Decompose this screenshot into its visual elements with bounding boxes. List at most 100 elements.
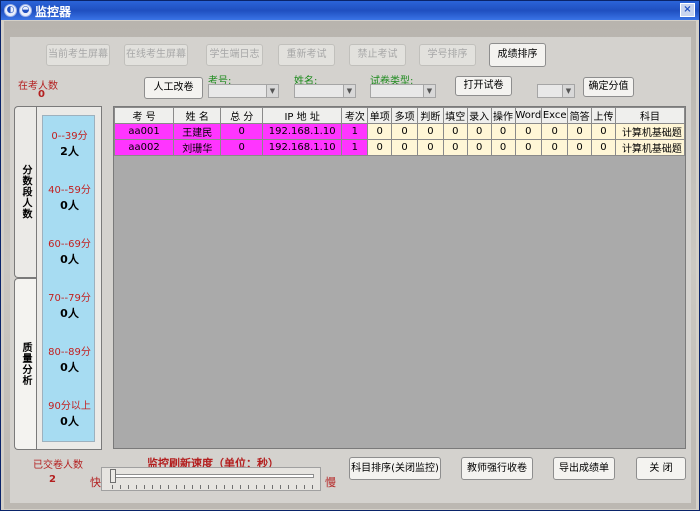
- score-band-range: 70--79分: [48, 293, 91, 304]
- column-header[interactable]: 科目: [614, 107, 685, 124]
- score-band-panel: 0--39分 2人 40--59分 0人 60--69分 0人 70--79分 …: [36, 106, 102, 450]
- cell-attempt: 1: [341, 123, 369, 140]
- column-header[interactable]: 考次: [341, 107, 369, 124]
- column-header[interactable]: 考 号: [114, 107, 175, 124]
- cell-attempt: 1: [341, 139, 369, 156]
- cell-score: 0: [442, 139, 468, 156]
- cell-score: 0: [391, 123, 418, 140]
- cell-subject: 计算机基础题: [614, 139, 685, 156]
- close-window-icon[interactable]: ×: [680, 3, 695, 17]
- cell-score: 0: [541, 123, 569, 140]
- score-band-range: 60--69分: [48, 239, 91, 250]
- slider-thumb[interactable]: [110, 469, 116, 483]
- cell-score: 0: [591, 123, 616, 140]
- speed-fast-label: 快: [90, 476, 101, 489]
- cell-exam-id: aa002: [114, 139, 175, 156]
- close-button[interactable]: 关 闭: [636, 457, 686, 480]
- cell-score: 0: [567, 123, 593, 140]
- score-band-range: 80--89分: [48, 347, 91, 358]
- cell-score: 0: [391, 139, 418, 156]
- cell-score: 0: [591, 139, 616, 156]
- cell-subject: 计算机基础题: [614, 123, 685, 140]
- cell-exam-id: aa001: [114, 123, 175, 140]
- column-header[interactable]: 单项: [367, 107, 393, 124]
- cell-total: 0: [220, 139, 263, 156]
- student-log-button[interactable]: 学生端日志: [206, 44, 263, 66]
- column-header[interactable]: 录入: [466, 107, 492, 124]
- table-row[interactable]: aa002 刘珊华 0 192.168.1.10 1 0 0 0 0 0 0 0…: [114, 139, 685, 156]
- student-grid[interactable]: 考 号 姓 名 总 分 IP 地 址 考次 单项 多项 判断 填空 录入 操作 …: [113, 106, 686, 449]
- table-row[interactable]: aa001 王建民 0 192.168.1.10 1 0 0 0 0 0 0 0…: [114, 123, 685, 140]
- id-sort-button[interactable]: 学号排序: [419, 44, 476, 66]
- side-tabs: 分数段人数 质量分析: [14, 106, 36, 450]
- tab-quality-label: 质量分析: [20, 342, 31, 386]
- cell-score: 0: [367, 123, 393, 140]
- confirm-score-button[interactable]: 确定分值: [583, 77, 634, 97]
- name-select[interactable]: ▼: [294, 84, 356, 98]
- score-band-count: 2人: [60, 145, 79, 158]
- speed-slow-label: 慢: [325, 476, 336, 489]
- subject-sort-button[interactable]: 科目排序(关闭监控): [349, 457, 441, 480]
- cell-score: 0: [514, 123, 543, 140]
- column-header[interactable]: Exce: [541, 107, 569, 124]
- chevron-down-icon: ▼: [343, 85, 355, 97]
- export-scores-button[interactable]: 导出成绩单: [553, 457, 615, 480]
- column-header[interactable]: 判断: [417, 107, 444, 124]
- slider-track: [110, 474, 314, 478]
- paper-type-select[interactable]: ▼: [370, 84, 436, 98]
- column-header[interactable]: 操作: [490, 107, 516, 124]
- column-header[interactable]: Word: [514, 107, 543, 124]
- cell-score: 0: [466, 139, 492, 156]
- cell-ip: 192.168.1.10: [261, 123, 343, 140]
- score-band-range: 0--39分: [51, 131, 88, 142]
- chevron-down-icon: ▼: [423, 85, 435, 97]
- column-header[interactable]: 总 分: [220, 107, 263, 124]
- tab-score-band[interactable]: 分数段人数: [14, 106, 36, 278]
- score-band-range: 90分以上: [48, 401, 91, 412]
- online-screen-button[interactable]: 在线考生屏幕: [124, 44, 188, 66]
- column-header[interactable]: 姓 名: [173, 107, 222, 124]
- score-value-select[interactable]: ▼: [537, 84, 575, 98]
- cell-score: 0: [541, 139, 569, 156]
- tab-quality-analysis[interactable]: 质量分析: [14, 278, 36, 450]
- slider-ticks: [112, 485, 314, 489]
- column-header[interactable]: 简答: [567, 107, 593, 124]
- cell-name: 王建民: [173, 123, 222, 140]
- score-band-count: 0人: [60, 199, 79, 212]
- submitted-count: 2: [49, 474, 56, 485]
- cell-score: 0: [417, 139, 444, 156]
- restart-exam-button[interactable]: 重新考试: [278, 44, 335, 66]
- chevron-down-icon: ▼: [266, 85, 278, 97]
- cell-score: 0: [490, 139, 516, 156]
- column-header[interactable]: 上传: [591, 107, 616, 124]
- tab-score-band-label: 分数段人数: [20, 164, 31, 220]
- open-paper-button[interactable]: 打开试卷: [455, 76, 512, 96]
- score-band-range: 40--59分: [48, 185, 91, 196]
- manual-grade-button[interactable]: 人工改卷: [144, 77, 203, 99]
- cell-score: 0: [490, 123, 516, 140]
- force-collect-button[interactable]: 教师强行收卷: [461, 457, 533, 480]
- student-table: 考 号 姓 名 总 分 IP 地 址 考次 单项 多项 判断 填空 录入 操作 …: [114, 107, 685, 156]
- cell-total: 0: [220, 123, 263, 140]
- cell-score: 0: [514, 139, 543, 156]
- table-header-row: 考 号 姓 名 总 分 IP 地 址 考次 单项 多项 判断 填空 录入 操作 …: [114, 107, 685, 124]
- system-menu-icon[interactable]: ◒: [19, 4, 32, 17]
- score-sort-button[interactable]: 成绩排序: [489, 43, 546, 67]
- in-exam-count: 0: [38, 89, 45, 100]
- cell-ip: 192.168.1.10: [261, 139, 343, 156]
- score-band-count: 0人: [60, 361, 79, 374]
- column-header[interactable]: 多项: [391, 107, 418, 124]
- cell-name: 刘珊华: [173, 139, 222, 156]
- refresh-speed-slider[interactable]: [101, 467, 321, 491]
- cell-score: 0: [466, 123, 492, 140]
- column-header[interactable]: 填空: [442, 107, 468, 124]
- score-band-list: 0--39分 2人 40--59分 0人 60--69分 0人 70--79分 …: [42, 115, 95, 442]
- score-band-count: 0人: [60, 253, 79, 266]
- exam-id-select[interactable]: ▼: [208, 84, 279, 98]
- column-header[interactable]: IP 地 址: [261, 107, 343, 124]
- current-screen-button[interactable]: 当前考生屏幕: [46, 44, 110, 66]
- stop-exam-button[interactable]: 禁止考试: [349, 44, 406, 66]
- title-bar[interactable]: ◐ ◒ 监控器 ×: [1, 1, 699, 20]
- score-band-count: 0人: [60, 415, 79, 428]
- chevron-down-icon: ▼: [562, 85, 574, 97]
